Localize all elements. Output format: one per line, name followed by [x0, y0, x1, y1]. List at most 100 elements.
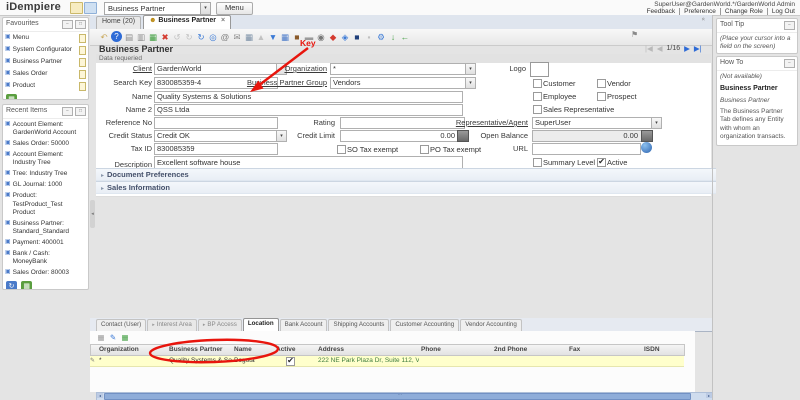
new-record-doc-icon[interactable]	[79, 70, 86, 79]
row-active-checkbox[interactable]: ✔	[286, 357, 295, 366]
reference-no-field[interactable]	[154, 117, 278, 129]
cell-phone[interactable]	[419, 356, 496, 367]
close-icon[interactable]: ×	[221, 17, 225, 24]
feedback-link[interactable]: Feedback	[647, 8, 676, 15]
next-record-icon[interactable]: ▶	[684, 44, 690, 53]
logo-box[interactable]	[530, 62, 549, 77]
detail-tab-bp-access[interactable]: ▸BP Access	[198, 319, 242, 331]
column-header-name[interactable]: Name	[232, 344, 279, 356]
organization-label[interactable]: Organization	[240, 64, 327, 73]
recent-item[interactable]: ▣Account Element: Industry Tree	[3, 149, 88, 168]
client-label[interactable]: Client	[100, 64, 152, 73]
help-icon[interactable]: ?	[111, 31, 122, 42]
employee-checkbox[interactable]	[533, 92, 542, 101]
summary-level-checkbox[interactable]	[533, 158, 542, 167]
recent-item[interactable]: ▣Sales Order: 50000	[3, 138, 88, 149]
favourite-item-system-configurator[interactable]: ▣ System Configurator	[3, 44, 88, 56]
bp-group-field[interactable]: Vendors▾	[330, 77, 476, 89]
save-icon[interactable]: ▦	[147, 31, 159, 43]
organization-field[interactable]: *▾	[330, 63, 476, 75]
attachment-icon[interactable]: @	[219, 31, 231, 43]
last-record-icon[interactable]: ▶|	[694, 44, 702, 53]
scroll-left-icon[interactable]: ◂	[97, 393, 103, 398]
chevron-down-icon[interactable]: ▾	[465, 78, 475, 88]
print-icon[interactable]: ▬	[303, 31, 315, 43]
home-shortcut-icon[interactable]	[70, 2, 83, 14]
active-checkbox[interactable]: ✔	[597, 158, 606, 167]
detach-icon[interactable]: □	[75, 107, 86, 116]
column-header-fax[interactable]: Fax	[567, 344, 647, 356]
favourite-item-menu[interactable]: ▣ Menu	[3, 32, 88, 44]
recent-item[interactable]: ▣Payment: 400001	[3, 238, 88, 249]
detail-tab-bank-account[interactable]: Bank Account	[280, 319, 328, 331]
workflow-icon[interactable]: ▦	[279, 31, 291, 43]
favourite-item-product[interactable]: ▣ Product	[3, 80, 88, 92]
cell-2nd-phone[interactable]	[492, 356, 571, 367]
minimize-icon[interactable]: −	[62, 20, 73, 29]
new-record-doc-icon[interactable]	[79, 82, 86, 91]
minimize-icon[interactable]: −	[62, 107, 73, 116]
export-icon[interactable]: ↓	[387, 31, 399, 43]
process-icon[interactable]: ⚙	[375, 31, 387, 43]
column-header-2nd-phone[interactable]: 2nd Phone	[492, 344, 572, 356]
recent-item[interactable]: ▣Product: TestProduct_Test Product	[3, 191, 88, 218]
chat-icon[interactable]: ✉	[231, 31, 243, 43]
menu-button[interactable]: Menu	[216, 2, 253, 15]
credit-limit-field[interactable]: 0.00	[340, 130, 468, 142]
calculator-icon[interactable]	[641, 130, 653, 142]
cell-business-partner[interactable]: Quality Systems & Solutions	[167, 356, 236, 367]
chevron-down-icon[interactable]: ▾	[465, 64, 475, 74]
row-indicator-cell[interactable]: ✎	[90, 356, 97, 367]
customer-checkbox[interactable]	[533, 79, 542, 88]
edit-icon[interactable]: ✎	[108, 333, 118, 343]
prospect-checkbox[interactable]	[597, 92, 606, 101]
grid-widget-icon[interactable]: ▦	[21, 281, 32, 290]
logout-link[interactable]: Log Out	[767, 8, 795, 15]
active-workflows-icon[interactable]: ◈	[339, 31, 351, 43]
chevron-down-icon[interactable]: ▾	[651, 118, 661, 128]
detail-tab-customer-accounting[interactable]: Customer Accounting	[390, 319, 459, 331]
detail-tab-location[interactable]: Location	[243, 318, 279, 331]
check-requests-icon[interactable]: ■	[351, 31, 363, 43]
column-header-isdn[interactable]: ISDN	[642, 344, 685, 356]
cell-active[interactable]	[274, 356, 320, 367]
recent-item[interactable]: ▣Sales Order: 80003	[3, 268, 88, 279]
column-header-business-partner[interactable]: Business Partner	[167, 344, 237, 356]
recent-item[interactable]: ▣Tree: Industry Tree	[3, 169, 88, 180]
sales-representative-checkbox[interactable]	[533, 105, 542, 114]
detail-record-icon[interactable]: ▼	[267, 31, 279, 43]
detach-icon[interactable]: □	[75, 20, 86, 29]
ignore-icon[interactable]: ↶	[98, 31, 110, 43]
minimize-icon[interactable]: −	[784, 21, 795, 30]
report-icon[interactable]: ◉	[315, 31, 327, 43]
vendor-checkbox[interactable]	[597, 79, 606, 88]
bp-group-label[interactable]: Business Partner Group	[230, 78, 327, 87]
section-document-preferences[interactable]: ▸Document Preferences	[96, 168, 716, 181]
parent-record-icon[interactable]: ▲	[255, 31, 267, 43]
column-header-address[interactable]: Address	[316, 344, 424, 356]
pin-icon[interactable]: ⚑	[631, 30, 638, 39]
change-role-link[interactable]: Change Role	[720, 8, 763, 15]
tab-home[interactable]: Home (20)	[96, 16, 141, 29]
horizontal-scrollbar[interactable]: ◂ ⋯ ▸	[96, 392, 713, 400]
representative-label[interactable]: Representative/Agent	[455, 118, 528, 127]
find-icon[interactable]: ◎	[207, 31, 219, 43]
chevron-down-icon[interactable]: ▾	[200, 3, 210, 14]
tab-business-partner[interactable]: ☻ Business Partner ×	[143, 15, 231, 29]
credit-status-field[interactable]: Credit OK▾	[154, 130, 287, 142]
refresh-widget-icon[interactable]: ↻	[6, 281, 17, 290]
new-record-doc-icon[interactable]	[79, 34, 86, 43]
exit-icon[interactable]: ←	[399, 31, 411, 43]
recent-item[interactable]: ▣GL Journal: 1000	[3, 180, 88, 191]
tax-id-field[interactable]: 830085359	[154, 143, 278, 155]
new-record-doc-icon[interactable]	[79, 58, 86, 67]
grid-toggle-icon[interactable]: ▦	[243, 31, 255, 43]
recent-item[interactable]: ▣Business Partner: Standard_Standard	[3, 218, 88, 237]
detail-tab-vendor-accounting[interactable]: Vendor Accounting	[460, 319, 522, 331]
rating-field[interactable]	[340, 117, 465, 129]
detail-tab-interest-area[interactable]: ▸Interest Area	[147, 319, 197, 331]
recent-item[interactable]: ▣Bank / Cash: MoneyBank	[3, 249, 88, 268]
first-record-icon[interactable]: |◀	[645, 44, 653, 53]
so-tax-exempt-checkbox[interactable]	[337, 145, 346, 154]
column-header-active[interactable]: Active	[274, 344, 321, 356]
